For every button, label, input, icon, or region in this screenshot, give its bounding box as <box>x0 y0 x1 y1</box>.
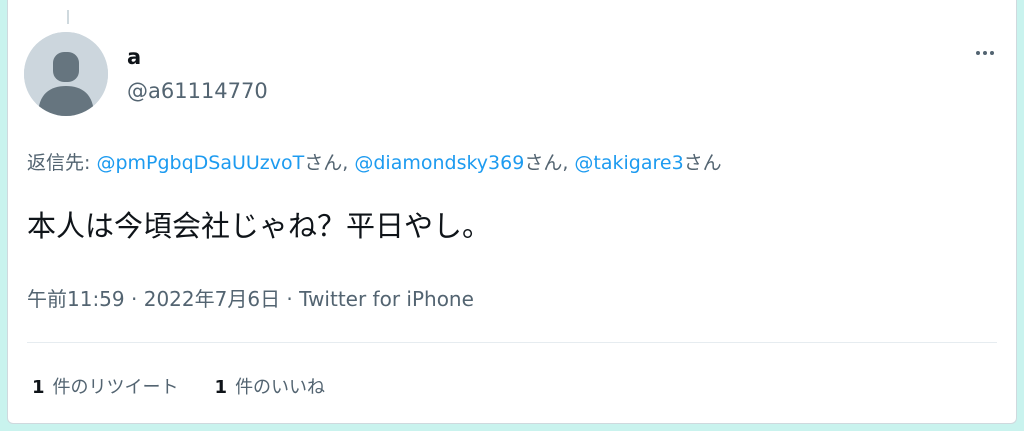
meta-separator: · <box>280 287 300 311</box>
thread-line <box>67 10 69 24</box>
meta-separator: · <box>124 287 144 311</box>
divider <box>27 342 997 343</box>
retweets-label: 件のリツイート <box>52 377 179 398</box>
reply-to-suffix-2: さん, <box>524 152 575 174</box>
author-name[interactable]: a <box>127 44 141 70</box>
likes-count: 1 <box>214 377 228 398</box>
reply-to-user-1[interactable]: @pmPgbqDSaUUzvoT <box>96 152 304 174</box>
likes-stat[interactable]: 1 件のいいね <box>215 376 326 400</box>
tweet-time[interactable]: 午前11:59 <box>27 287 125 311</box>
reply-to-suffix-1: さん, <box>304 152 355 174</box>
default-avatar-icon <box>24 32 108 116</box>
reply-to-user-3[interactable]: @takigare3 <box>574 152 683 174</box>
reply-to-user-2[interactable]: @diamondsky369 <box>354 152 524 174</box>
tweet-date[interactable]: 2022年7月6日 <box>144 287 280 311</box>
reply-to-suffix-3: さん <box>683 152 722 174</box>
tweet-meta: 午前11:59 · 2022年7月6日 · Twitter for iPhone <box>27 286 474 312</box>
tweet-card: a @a61114770 返信先: @pmPgbqDSaUUzvoTさん, @d… <box>7 0 1017 424</box>
retweets-stat[interactable]: 1 件のリツイート <box>32 376 179 400</box>
author-handle[interactable]: @a61114770 <box>127 78 268 104</box>
likes-label: 件のいいね <box>235 377 326 398</box>
avatar[interactable] <box>24 32 108 116</box>
reply-to: 返信先: @pmPgbqDSaUUzvoTさん, @diamondsky369さ… <box>27 150 722 176</box>
tweet-text: 本人は今頃会社じゃね？平日やし。 <box>27 209 492 243</box>
tweet-stats: 1 件のリツイート 1 件のいいね <box>32 376 361 400</box>
more-horizontal-icon[interactable] <box>970 42 1000 64</box>
retweets-count: 1 <box>32 377 45 398</box>
reply-to-prefix: 返信先: <box>27 152 97 174</box>
tweet-source: Twitter for iPhone <box>299 287 474 311</box>
